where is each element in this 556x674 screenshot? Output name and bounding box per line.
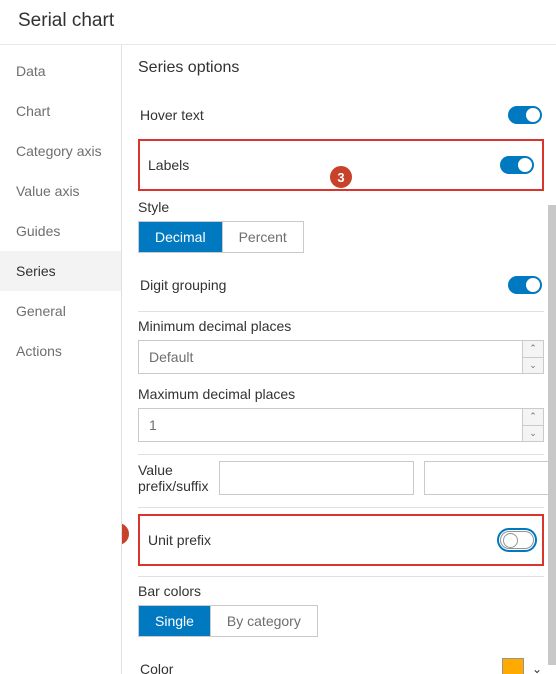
sidebar-item-guides[interactable]: Guides [0, 211, 121, 251]
unit-prefix-row: Unit prefix [146, 520, 536, 560]
style-label: Style [138, 199, 544, 215]
hover-text-toggle[interactable] [508, 106, 542, 124]
sidebar-item-general[interactable]: General [0, 291, 121, 331]
sidebar-item-series[interactable]: Series [0, 251, 121, 291]
divider [138, 311, 544, 312]
style-segment: Decimal Percent [138, 221, 304, 253]
style-section: Style Decimal Percent [138, 199, 544, 253]
min-decimal-input-wrap: ⌃ ⌄ [138, 340, 544, 374]
page-title: Serial chart [18, 10, 114, 31]
color-picker[interactable]: ⌄ [502, 658, 542, 674]
digit-grouping-row: Digit grouping [138, 265, 544, 305]
bar-colors-section: Bar colors Single By category [138, 583, 544, 637]
divider [138, 576, 544, 577]
sidebar-item-chart[interactable]: Chart [0, 91, 121, 131]
bar-colors-segment: Single By category [138, 605, 318, 637]
max-decimal-section: Maximum decimal places ⌃ ⌄ [138, 386, 544, 442]
max-decimal-down[interactable]: ⌄ [523, 426, 543, 442]
style-percent-button[interactable]: Percent [222, 222, 303, 252]
digit-grouping-label: Digit grouping [140, 277, 226, 293]
min-decimal-label: Minimum decimal places [138, 318, 544, 334]
color-row: Color ⌄ [138, 649, 544, 674]
labels-toggle[interactable] [500, 156, 534, 174]
value-suffix-input[interactable] [424, 461, 556, 495]
labels-highlight: Labels 3 [138, 139, 544, 191]
bar-colors-label: Bar colors [138, 583, 544, 599]
max-decimal-label: Maximum decimal places [138, 386, 544, 402]
style-decimal-button[interactable]: Decimal [139, 222, 222, 252]
sidebar-item-actions[interactable]: Actions [0, 331, 121, 371]
body: Data Chart Category axis Value axis Guid… [0, 45, 556, 674]
color-swatch [502, 658, 524, 674]
unit-prefix-highlight: 4 Unit prefix [138, 514, 544, 566]
min-decimal-up[interactable]: ⌃ [523, 341, 543, 358]
value-prefix-input[interactable] [219, 461, 414, 495]
value-prefix-suffix-label: Value prefix/suffix [138, 462, 209, 494]
sidebar-item-value-axis[interactable]: Value axis [0, 171, 121, 211]
color-label: Color [140, 661, 173, 674]
divider [138, 507, 544, 508]
unit-prefix-toggle[interactable] [500, 531, 534, 549]
max-decimal-input-wrap: ⌃ ⌄ [138, 408, 544, 442]
labels-label: Labels [148, 157, 189, 173]
min-decimal-spinner: ⌃ ⌄ [522, 340, 544, 374]
digit-grouping-toggle[interactable] [508, 276, 542, 294]
max-decimal-up[interactable]: ⌃ [523, 409, 543, 426]
bar-colors-by-category-button[interactable]: By category [210, 606, 317, 636]
min-decimal-section: Minimum decimal places ⌃ ⌄ [138, 318, 544, 374]
min-decimal-input[interactable] [138, 340, 522, 374]
chevron-down-icon: ⌄ [532, 662, 542, 674]
sidebar: Data Chart Category axis Value axis Guid… [0, 45, 122, 674]
sidebar-item-category-axis[interactable]: Category axis [0, 131, 121, 171]
unit-prefix-label: Unit prefix [148, 532, 211, 548]
annotation-marker-4: 4 [122, 522, 130, 546]
hover-text-row: Hover text [138, 95, 544, 135]
scrollbar[interactable] [548, 205, 556, 665]
options-panel: Series options Hover text Labels 3 Style… [122, 45, 556, 674]
annotation-marker-3: 3 [329, 165, 353, 189]
value-prefix-suffix-row: Value prefix/suffix [138, 461, 544, 495]
min-decimal-down[interactable]: ⌄ [523, 358, 543, 374]
hover-text-label: Hover text [140, 107, 204, 123]
panel-title: Series options [138, 59, 544, 77]
sidebar-item-data[interactable]: Data [0, 51, 121, 91]
max-decimal-input[interactable] [138, 408, 522, 442]
page-header: Serial chart [0, 0, 556, 45]
max-decimal-spinner: ⌃ ⌄ [522, 408, 544, 442]
bar-colors-single-button[interactable]: Single [139, 606, 210, 636]
divider [138, 454, 544, 455]
